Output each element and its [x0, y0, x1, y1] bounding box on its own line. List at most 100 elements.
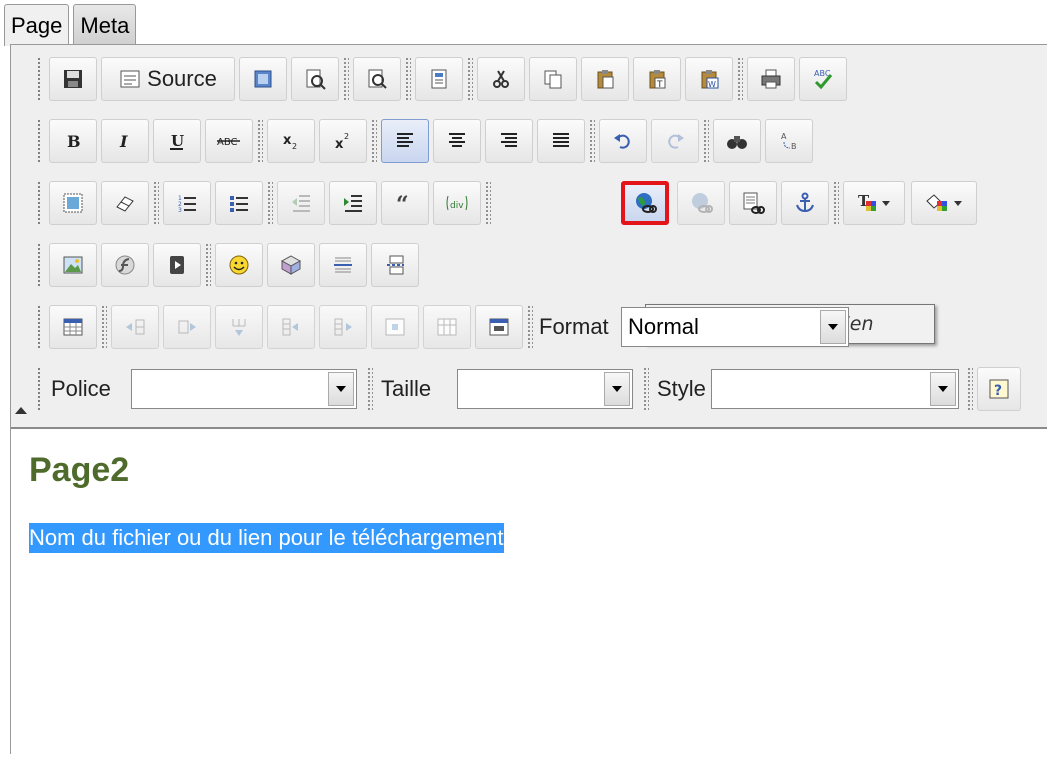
paste-button[interactable]: [581, 57, 629, 101]
find-button[interactable]: [713, 119, 761, 163]
print-button[interactable]: [747, 57, 795, 101]
special-char-button[interactable]: [267, 243, 315, 287]
tab-meta[interactable]: Meta: [73, 4, 137, 46]
help-button[interactable]: ?: [977, 367, 1021, 411]
outdent-button[interactable]: [277, 181, 325, 225]
replace-button[interactable]: AB: [765, 119, 813, 163]
select-all-button[interactable]: [49, 181, 97, 225]
redo-button[interactable]: [651, 119, 699, 163]
strikethrough-button[interactable]: ABC: [205, 119, 253, 163]
table-properties-button[interactable]: [423, 305, 471, 349]
subscript-button[interactable]: x2: [267, 119, 315, 163]
insert-column-after-button[interactable]: [319, 305, 367, 349]
split-column-button[interactable]: [215, 305, 263, 349]
undo-button[interactable]: [599, 119, 647, 163]
anchor-button[interactable]: [781, 181, 829, 225]
insert-flash-button[interactable]: [101, 243, 149, 287]
copy-button[interactable]: [529, 57, 577, 101]
source-button[interactable]: Source: [101, 57, 235, 101]
format-select[interactable]: Normal: [621, 307, 849, 347]
subscript-icon: x2: [283, 133, 297, 151]
preview-button[interactable]: [291, 57, 339, 101]
delete-table-button[interactable]: [475, 305, 523, 349]
table-properties-icon: [437, 318, 457, 336]
blockquote-button[interactable]: “: [381, 181, 429, 225]
toolbar-grip[interactable]: [37, 181, 42, 225]
templates-list-button[interactable]: [415, 57, 463, 101]
templates-button[interactable]: [353, 57, 401, 101]
insert-video-button[interactable]: [153, 243, 201, 287]
toolbar-separator: [267, 181, 273, 225]
paste-text-button[interactable]: T: [633, 57, 681, 101]
remove-link-button[interactable]: [677, 181, 725, 225]
cut-button[interactable]: [477, 57, 525, 101]
svg-text:ABC: ABC: [217, 137, 238, 148]
toolbar-separator: [371, 119, 377, 163]
italic-button[interactable]: I: [101, 119, 149, 163]
collapse-toolbar-icon[interactable]: [15, 407, 27, 414]
align-left-button[interactable]: [381, 119, 429, 163]
superscript-button[interactable]: x2: [319, 119, 367, 163]
svg-text:div: div: [450, 201, 464, 211]
font-select[interactable]: [131, 369, 357, 409]
merge-cells-button[interactable]: [111, 305, 159, 349]
chevron-down-icon[interactable]: [930, 372, 956, 406]
save-button[interactable]: [49, 57, 97, 101]
toolbar-grip[interactable]: [37, 305, 42, 349]
editor-content-area[interactable]: Page2 Nom du fichier ou du lien pour le …: [11, 427, 1047, 757]
split-row-button[interactable]: [163, 305, 211, 349]
numbered-list-button[interactable]: 123: [163, 181, 211, 225]
bulleted-list-button[interactable]: [215, 181, 263, 225]
template-icon: [431, 69, 447, 89]
chevron-down-icon[interactable]: [604, 372, 630, 406]
size-select[interactable]: [457, 369, 633, 409]
cell-properties-button[interactable]: [371, 305, 419, 349]
style-select[interactable]: [711, 369, 959, 409]
background-color-button[interactable]: [911, 181, 977, 225]
chevron-down-icon[interactable]: [328, 372, 354, 406]
toolbar-grip[interactable]: [37, 243, 42, 287]
toolbar-grip[interactable]: [37, 367, 42, 411]
insert-column-before-button[interactable]: [267, 305, 315, 349]
spellcheck-button[interactable]: ABC: [799, 57, 847, 101]
chevron-down-icon[interactable]: [820, 310, 846, 344]
toolbar-grip[interactable]: [37, 119, 42, 163]
smiley-button[interactable]: [215, 243, 263, 287]
div-container-icon: div: [446, 195, 468, 211]
toolbar-row-5: Format Normal: [37, 303, 1027, 351]
insert-link-button[interactable]: [621, 181, 669, 225]
create-div-button[interactable]: div: [433, 181, 481, 225]
cell-properties-icon: [385, 318, 405, 336]
svg-text:2: 2: [344, 132, 349, 141]
quote-icon: “: [396, 192, 409, 214]
indent-button[interactable]: [329, 181, 377, 225]
superscript-icon: x2: [335, 132, 349, 152]
text-color-icon: T: [858, 192, 890, 211]
new-page-button[interactable]: [239, 57, 287, 101]
paste-word-button[interactable]: W: [685, 57, 733, 101]
toolbar-separator: [485, 181, 491, 225]
bold-button[interactable]: B: [49, 119, 97, 163]
help-icon: ?: [989, 379, 1009, 399]
globe-unlink-icon: [692, 193, 713, 213]
text-color-button[interactable]: T: [843, 181, 905, 225]
insert-table-button[interactable]: [49, 305, 97, 349]
toolbar-grip[interactable]: [37, 57, 42, 101]
insert-image-button[interactable]: [49, 243, 97, 287]
outdent-icon: [292, 195, 310, 212]
remove-format-button[interactable]: [101, 181, 149, 225]
page-break-icon: [387, 255, 404, 275]
toolbar-separator: [257, 119, 263, 163]
indent-icon: [344, 195, 362, 212]
tab-page[interactable]: Page: [4, 4, 70, 46]
underline-button[interactable]: U: [153, 119, 201, 163]
redo-icon: [668, 134, 684, 149]
align-center-button[interactable]: [433, 119, 481, 163]
align-right-button[interactable]: [485, 119, 533, 163]
page-break-button[interactable]: [371, 243, 419, 287]
svg-text:W: W: [708, 80, 716, 89]
selected-text[interactable]: Nom du fichier ou du lien pour le téléch…: [29, 523, 504, 553]
insert-link-to-file-button[interactable]: [729, 181, 777, 225]
justify-button[interactable]: [537, 119, 585, 163]
horizontal-rule-button[interactable]: [319, 243, 367, 287]
